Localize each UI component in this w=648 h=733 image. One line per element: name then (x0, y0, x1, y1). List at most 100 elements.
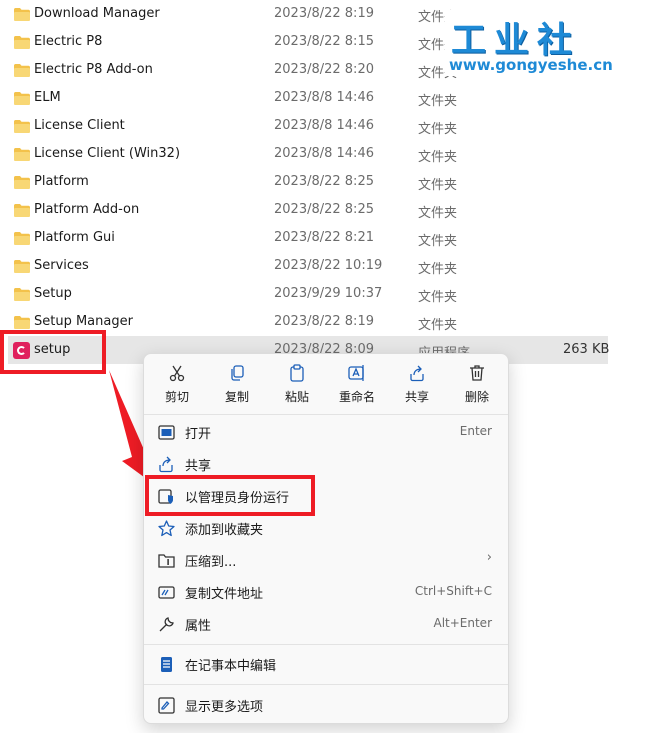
file-name: Platform Add-on (34, 202, 140, 217)
folder-icon (14, 260, 30, 273)
file-row-elm[interactable]: ELM 2023/8/8 14:46 文件夹 (0, 84, 648, 112)
chevron-right-icon: › (486, 550, 492, 565)
menu-separator (144, 684, 508, 685)
file-date: 2023/8/22 10:19 (274, 258, 383, 273)
copy-button[interactable]: 复制 (207, 362, 267, 412)
file-type: 文件夹 (418, 94, 458, 109)
file-type: 文件夹 (418, 234, 458, 249)
menu-item-copy-path[interactable]: 复制文件地址 Ctrl+Shift+C (144, 576, 508, 608)
folder-icon (14, 148, 30, 161)
cut-label: 剪切 (164, 390, 189, 404)
file-date: 2023/8/22 8:19 (274, 314, 374, 329)
file-row-license-client-win32[interactable]: License Client (Win32) 2023/8/8 14:46 文件… (0, 140, 648, 168)
menu-separator (144, 414, 508, 415)
open-shortcut: Enter (459, 424, 492, 438)
properties-shortcut: Alt+Enter (433, 616, 492, 630)
menu-item-edit-in-notepad[interactable]: 在记事本中编辑 (144, 648, 508, 680)
menu-item-compress[interactable]: 压缩到... › (144, 544, 508, 576)
file-row-setup-folder[interactable]: Setup 2023/9/29 10:37 文件夹 (0, 280, 648, 308)
notepad-icon (161, 657, 172, 672)
file-date: 2023/8/22 8:25 (274, 174, 374, 189)
paste-button[interactable]: 粘贴 (267, 362, 327, 412)
file-name: License Client (Win32) (34, 146, 181, 161)
rename-icon (348, 365, 364, 381)
file-row-license-client[interactable]: License Client 2023/8/8 14:46 文件夹 (0, 112, 648, 140)
file-type: 文件夹 (418, 206, 458, 221)
file-name: Electric P8 (34, 34, 103, 49)
paste-icon (290, 364, 304, 382)
menu-item-open[interactable]: 打开 Enter (144, 416, 508, 448)
file-name: Platform (34, 174, 89, 189)
watermark-url: www.gongyeshe.cn (449, 56, 613, 74)
copy-label: 复制 (224, 390, 249, 404)
file-row-platform-add-on[interactable]: Platform Add-on 2023/8/22 8:25 文件夹 (0, 196, 648, 224)
folder-icon (14, 232, 30, 245)
file-size: 263 KB (563, 342, 610, 357)
folder-icon (14, 288, 30, 301)
cut-button[interactable]: 剪切 (147, 362, 207, 412)
folder-icon (14, 176, 30, 189)
delete-icon (470, 365, 484, 381)
file-date: 2023/8/8 14:46 (274, 146, 374, 161)
compress-icon (158, 554, 175, 568)
file-date: 2023/8/22 8:25 (274, 202, 374, 217)
share-icon (410, 365, 424, 382)
open-icon (158, 425, 175, 440)
edit-in-notepad-label: 在记事本中编辑 (185, 659, 277, 674)
folder-icon (14, 8, 30, 21)
folder-icon (14, 64, 30, 77)
file-date: 2023/8/22 8:15 (274, 34, 374, 49)
setup-highlight-box (0, 330, 106, 374)
compress-label: 压缩到... (185, 555, 237, 570)
folder-icon (14, 204, 30, 217)
file-row-platform[interactable]: Platform 2023/8/22 8:25 文件夹 (0, 168, 648, 196)
share-icon (159, 456, 173, 473)
more-options-icon (158, 697, 175, 714)
share-label: 共享 (185, 459, 212, 474)
file-date: 2023/9/29 10:37 (274, 286, 383, 301)
folder-icon (14, 92, 30, 105)
copy-path-label: 复制文件地址 (185, 587, 264, 602)
file-row-services[interactable]: Services 2023/8/22 10:19 文件夹 (0, 252, 648, 280)
copy-icon (231, 365, 244, 381)
menu-item-show-more-options[interactable]: 显示更多选项 (144, 689, 508, 721)
file-date: 2023/8/8 14:46 (274, 90, 374, 105)
share-quick-button[interactable]: 共享 (387, 362, 447, 412)
rename-label: 重命名 (338, 390, 375, 404)
file-type: 文件夹 (418, 178, 458, 193)
menu-separator (144, 644, 508, 645)
folder-icon (14, 120, 30, 133)
run-as-admin-highlight-box (145, 475, 315, 516)
folder-icon (14, 316, 30, 329)
file-date: 2023/8/8 14:46 (274, 118, 374, 133)
paste-label: 粘贴 (284, 390, 309, 404)
star-icon (158, 520, 175, 537)
file-type: 文件夹 (418, 318, 458, 333)
file-date: 2023/8/22 8:21 (274, 230, 374, 245)
file-name: Electric P8 Add-on (34, 62, 153, 77)
properties-icon (159, 617, 174, 632)
file-type: 文件夹 (418, 290, 458, 305)
context-menu: 剪切 复制 粘贴 重命名 共享 删除 打开 Enter 共享 以管理员身份运行 … (143, 353, 509, 724)
rename-button[interactable]: 重命名 (327, 362, 387, 412)
menu-item-add-to-favorites[interactable]: 添加到收藏夹 (144, 512, 508, 544)
copy-path-shortcut: Ctrl+Shift+C (414, 584, 492, 598)
file-name: License Client (34, 118, 125, 133)
share-label: 共享 (404, 390, 429, 404)
show-more-options-label: 显示更多选项 (185, 700, 264, 715)
delete-label: 删除 (464, 390, 489, 404)
file-name: Setup Manager (34, 314, 133, 329)
file-name: Platform Gui (34, 230, 115, 245)
cut-icon (169, 365, 185, 382)
file-date: 2023/8/22 8:20 (274, 62, 374, 77)
file-name: Setup (34, 286, 72, 301)
properties-label: 属性 (185, 619, 212, 634)
file-name: Services (34, 258, 89, 273)
file-name: ELM (34, 90, 61, 105)
file-row-platform-gui[interactable]: Platform Gui 2023/8/22 8:21 文件夹 (0, 224, 648, 252)
file-type: 文件夹 (418, 262, 458, 277)
file-type: 文件夹 (418, 122, 458, 137)
folder-icon (14, 36, 30, 49)
menu-item-properties[interactable]: 属性 Alt+Enter (144, 608, 508, 640)
delete-button[interactable]: 删除 (447, 362, 507, 412)
